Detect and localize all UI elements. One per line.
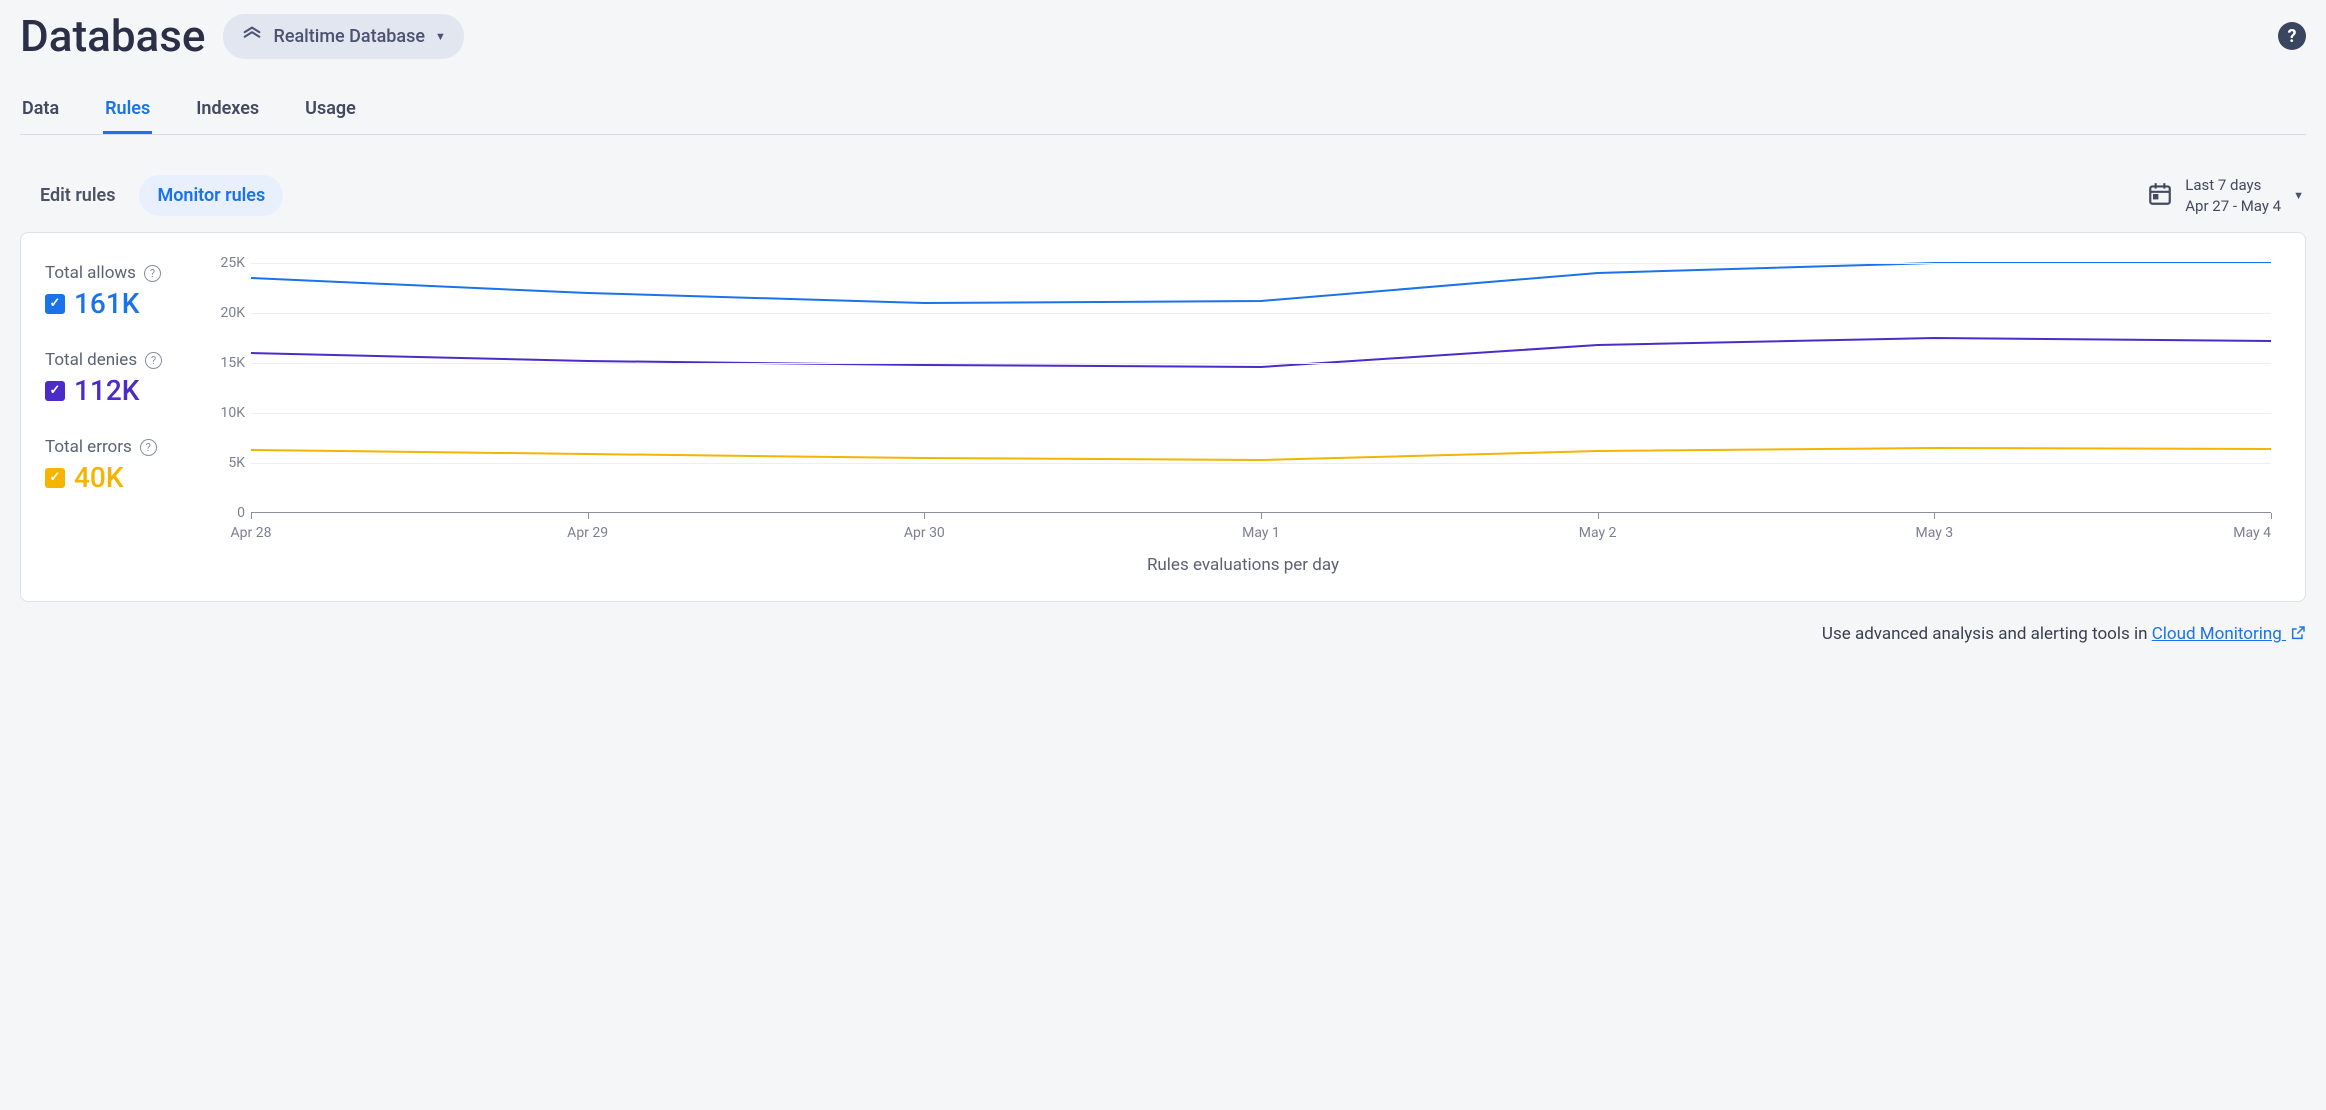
tab-rules[interactable]: Rules [103, 90, 152, 134]
x-tick-label: Apr 29 [567, 525, 608, 541]
checkbox-allows[interactable]: ✓ [45, 294, 65, 314]
x-tick-label: May 1 [1242, 525, 1280, 541]
y-tick-label: 25K [215, 255, 245, 271]
rules-chart-card: Total allows ? ✓ 161K Total denies ? ✓ 1… [20, 232, 2306, 602]
chart-series-line [251, 263, 2271, 303]
edit-rules-button[interactable]: Edit rules [22, 175, 133, 216]
gridline [251, 313, 2271, 314]
date-range-picker[interactable]: Last 7 days Apr 27 - May 4 ▼ [2147, 175, 2304, 216]
gridline [251, 463, 2271, 464]
y-tick-label: 5K [215, 455, 245, 471]
help-icon[interactable]: ? [140, 439, 157, 456]
page-header: Database Realtime Database ▼ ? [20, 10, 2306, 72]
legend-allows-label: Total allows [45, 263, 136, 283]
legend-errors[interactable]: Total errors ? ✓ 40K [45, 437, 190, 494]
x-tick-mark [924, 513, 925, 519]
gridline [251, 263, 2271, 264]
legend-denies-value: 112K [74, 374, 139, 407]
chart-series-line [251, 448, 2271, 460]
gridline [251, 413, 2271, 414]
database-selector-dropdown[interactable]: Realtime Database ▼ [223, 14, 463, 59]
calendar-icon [2147, 181, 2173, 211]
legend-allows-value: 161K [74, 287, 139, 320]
realtime-database-icon [241, 23, 263, 50]
chevron-down-icon: ▼ [2293, 189, 2304, 202]
chart-lines-svg [251, 263, 2271, 513]
tab-usage[interactable]: Usage [303, 90, 358, 134]
help-icon[interactable]: ? [145, 352, 162, 369]
footer-text: Use advanced analysis and alerting tools… [1822, 624, 2152, 644]
gridline [251, 363, 2271, 364]
rules-subtool-row: Edit rules Monitor rules Last 7 days Apr… [22, 175, 2304, 216]
x-tick-mark [2271, 513, 2272, 519]
help-button[interactable]: ? [2278, 22, 2306, 50]
x-tick-mark [251, 513, 252, 519]
date-range-text: Last 7 days Apr 27 - May 4 [2185, 175, 2281, 216]
footer-row: Use advanced analysis and alerting tools… [20, 624, 2306, 646]
help-icon[interactable]: ? [144, 265, 161, 282]
checkbox-errors[interactable]: ✓ [45, 468, 65, 488]
x-tick-label: Apr 30 [904, 525, 945, 541]
legend-errors-value: 40K [74, 461, 124, 494]
checkbox-denies[interactable]: ✓ [45, 381, 65, 401]
x-tick-mark [588, 513, 589, 519]
legend-denies-label: Total denies [45, 350, 137, 370]
x-tick-mark [1934, 513, 1935, 519]
chart-container: 05K10K15K20K25KApr 28Apr 29Apr 30May 1Ma… [215, 263, 2271, 575]
chart-x-axis-label: Rules evaluations per day [215, 555, 2271, 575]
y-tick-label: 20K [215, 305, 245, 321]
legend-denies[interactable]: Total denies ? ✓ 112K [45, 350, 190, 407]
x-tick-label: May 4 [2233, 525, 2271, 541]
y-tick-label: 15K [215, 355, 245, 371]
chevron-down-icon: ▼ [435, 30, 446, 43]
y-tick-label: 10K [215, 405, 245, 421]
x-tick-mark [1598, 513, 1599, 519]
tab-data[interactable]: Data [20, 90, 61, 134]
cloud-monitoring-link[interactable]: Cloud Monitoring [2152, 624, 2306, 644]
x-tick-label: May 3 [1915, 525, 1953, 541]
chart-plot-area: 05K10K15K20K25KApr 28Apr 29Apr 30May 1Ma… [251, 263, 2271, 513]
page-title: Database [20, 10, 205, 62]
primary-tabs: Data Rules Indexes Usage [20, 90, 2306, 135]
external-link-icon [2290, 625, 2306, 646]
database-selector-label: Realtime Database [273, 26, 425, 47]
x-tick-label: May 2 [1579, 525, 1617, 541]
x-tick-label: Apr 28 [231, 525, 272, 541]
legend-errors-label: Total errors [45, 437, 132, 457]
x-tick-mark [1261, 513, 1262, 519]
chart-legend: Total allows ? ✓ 161K Total denies ? ✓ 1… [45, 263, 190, 575]
y-tick-label: 0 [215, 505, 245, 521]
legend-allows[interactable]: Total allows ? ✓ 161K [45, 263, 190, 320]
tab-indexes[interactable]: Indexes [194, 90, 261, 134]
monitor-rules-button[interactable]: Monitor rules [139, 175, 283, 216]
